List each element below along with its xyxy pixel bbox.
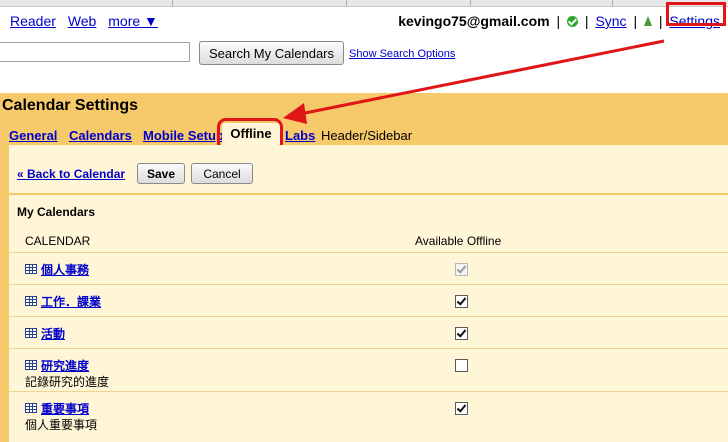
- offline-checkbox[interactable]: [455, 359, 468, 372]
- account-email: kevingo75@gmail.com: [398, 13, 550, 29]
- tab-separator: [172, 0, 173, 6]
- action-row: « Back to Calendar Save Cancel: [17, 163, 728, 189]
- web-link[interactable]: Web: [68, 13, 97, 29]
- back-to-calendar-link[interactable]: « Back to Calendar: [17, 167, 125, 181]
- calendar-name: 研究進度: [25, 357, 89, 374]
- tab-separator: [346, 0, 347, 6]
- save-button[interactable]: Save: [137, 163, 185, 184]
- calendar-icon: [25, 296, 37, 306]
- column-header-available-offline: Available Offline: [415, 234, 502, 248]
- settings-header: Calendar Settings General Calendars Mobi…: [0, 93, 728, 145]
- offline-checkbox: [455, 263, 468, 276]
- my-calendars-heading: My Calendars: [17, 205, 96, 219]
- calendar-row: 研究進度 記錄研究的進度: [9, 348, 728, 391]
- calendar-name: 重要事項: [25, 400, 89, 417]
- calendar-icon: [25, 360, 37, 370]
- tab-labs[interactable]: Labs: [285, 128, 315, 143]
- tab-mobile-setup[interactable]: Mobile Setup: [143, 128, 224, 143]
- separator: |: [633, 13, 638, 29]
- calendar-description: 記錄研究的進度: [25, 375, 110, 389]
- offline-checkbox[interactable]: [455, 402, 468, 415]
- calendar-row: 重要事項 個人重要事項: [9, 391, 728, 442]
- tab-header-sidebar[interactable]: Header/Sidebar: [321, 128, 412, 143]
- separator: |: [584, 13, 589, 29]
- calendar-link[interactable]: 工作．課業: [41, 295, 101, 309]
- search-my-calendars-button[interactable]: Search My Calendars: [199, 41, 344, 65]
- tab-separator: [470, 0, 471, 6]
- calendar-row: 活動: [9, 316, 728, 349]
- offline-checkbox[interactable]: [455, 295, 468, 308]
- calendar-link[interactable]: 研究進度: [41, 359, 89, 373]
- column-header-calendar: CALENDAR: [25, 234, 91, 248]
- calendar-name: 活動: [25, 325, 65, 342]
- calendar-description: 個人重要事項: [25, 418, 98, 432]
- more-menu[interactable]: more ▼: [108, 13, 158, 29]
- calendar-name: 工作．課業: [25, 293, 101, 310]
- calendar-icon: [25, 264, 37, 274]
- product-links: Reader | Web more ▼: [0, 13, 162, 29]
- calendar-icon: [25, 403, 37, 413]
- calendar-name: 個人事務: [25, 261, 89, 278]
- separator: |: [556, 13, 561, 29]
- settings-tabs: General Calendars Mobile Setup Offline L…: [0, 123, 728, 145]
- page-title: Calendar Settings: [2, 97, 139, 114]
- google-top-bar: Reader | Web more ▼ kevingo75@gmail.com …: [0, 7, 728, 33]
- settings-panel: « Back to Calendar Save Cancel My Calend…: [0, 145, 728, 442]
- tab-separator: [612, 0, 613, 6]
- offline-checkbox[interactable]: [455, 327, 468, 340]
- online-status-icon: [567, 16, 579, 27]
- show-search-options-link[interactable]: Show Search Options: [349, 48, 455, 60]
- calendar-link[interactable]: 個人事務: [41, 263, 89, 277]
- cancel-button[interactable]: Cancel: [191, 163, 253, 184]
- calendar-row: 工作．課業: [9, 284, 728, 317]
- section-divider: [9, 193, 728, 195]
- calendar-row: 個人事務: [9, 252, 728, 285]
- settings-highlight-box: [666, 2, 726, 26]
- tab-calendars[interactable]: Calendars: [69, 128, 132, 143]
- sync-link[interactable]: Sync: [595, 13, 626, 29]
- search-input[interactable]: [0, 42, 190, 62]
- calendar-link[interactable]: 重要事項: [41, 402, 89, 416]
- calendar-icon: [25, 328, 37, 338]
- separator: |: [658, 13, 663, 29]
- calendar-link[interactable]: 活動: [41, 327, 65, 341]
- tab-general[interactable]: General: [9, 128, 57, 143]
- reader-link[interactable]: Reader: [10, 13, 56, 29]
- browser-tab-strip: [0, 0, 728, 7]
- labs-flask-icon: [643, 16, 652, 26]
